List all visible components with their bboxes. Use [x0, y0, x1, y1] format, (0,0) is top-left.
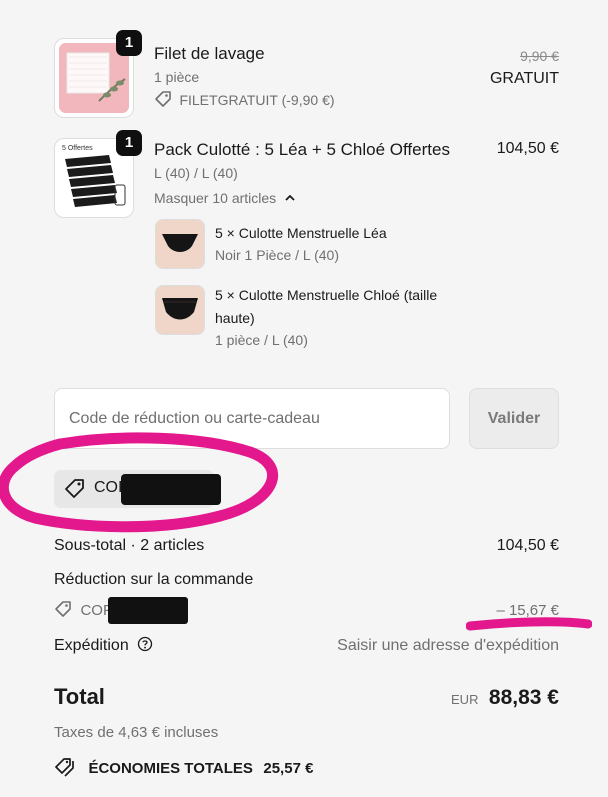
discount-code-label: FILETGRATUIT (-9,90 €) — [179, 92, 335, 108]
chevron-up-icon — [284, 194, 295, 201]
toggle-bundle-button[interactable]: Masquer 10 articles — [154, 190, 296, 208]
shipping-row-label: Expédition — [54, 636, 153, 655]
item-original-price: 9,90 € — [520, 48, 559, 64]
savings-tags-icon — [55, 758, 74, 777]
item-title: Filet de lavage — [154, 44, 265, 63]
quantity-badge: 1 — [116, 30, 142, 56]
culotte-lea-image — [156, 220, 204, 268]
tag-icon — [55, 601, 71, 617]
tag-icon — [155, 91, 171, 107]
savings-label: ÉCONOMIES TOTALES — [88, 760, 253, 777]
bundle-item-title: 5 × Culotte Menstruelle Chloé (taille — [215, 287, 438, 303]
total-currency: EUR — [451, 692, 479, 707]
total-amount: EUR 88,83 € — [451, 686, 559, 710]
product-thumbnail-pack: 5 Offertes 1 — [54, 130, 142, 218]
shipping-label: Expédition — [54, 637, 129, 654]
item-price: 104,50 € — [496, 140, 559, 157]
item-subtitle: 1 pièce — [154, 69, 200, 85]
shipping-value: Saisir une adresse d'expédition — [337, 637, 559, 654]
culotte-chloe-image — [156, 286, 204, 334]
total-savings: ÉCONOMIES TOTALES 25,57 € — [54, 757, 313, 778]
validate-button[interactable]: Valider — [469, 388, 559, 449]
quantity-badge: 1 — [116, 130, 142, 156]
bundle-item-title-cont: haute) — [215, 310, 255, 326]
item-title: Pack Culotté : 5 Léa + 5 Chloé Offertes — [154, 140, 450, 159]
bundle-item-title: 5 × Culotte Menstruelle Léa — [215, 225, 387, 241]
total-value: 88,83 € — [488, 686, 559, 709]
redaction-block — [108, 597, 188, 624]
subtotal-value: 104,50 € — [496, 537, 559, 554]
savings-value: 25,57 € — [263, 760, 314, 777]
product-thumbnail-filet: 1 — [54, 30, 142, 118]
bundle-item-thumbnail — [155, 285, 205, 335]
bundle-item-variant: 1 pièce / L (40) — [215, 332, 308, 348]
annotation-underline — [466, 617, 592, 631]
total-label: Total — [54, 684, 105, 709]
help-circle-icon[interactable] — [137, 636, 153, 652]
item-subtitle: L (40) / L (40) — [154, 165, 238, 181]
order-discount-label: Réduction sur la commande — [54, 571, 254, 588]
item-discount: FILETGRATUIT (-9,90 €) — [154, 90, 335, 110]
taxes-note: Taxes de 4,63 € incluses — [54, 724, 219, 741]
subtotal-label: Sous-total · 2 articles — [54, 537, 205, 554]
item-price: GRATUIT — [489, 70, 559, 87]
pack-thumb-caption: 5 Offertes — [62, 145, 93, 152]
order-discount-code: COF — [54, 600, 112, 620]
bundle-item-variant: Noir 1 Pièce / L (40) — [215, 247, 339, 263]
toggle-bundle-label: Masquer 10 articles — [154, 190, 277, 206]
bundle-item-thumbnail — [155, 219, 205, 269]
annotation-circle — [0, 432, 278, 533]
